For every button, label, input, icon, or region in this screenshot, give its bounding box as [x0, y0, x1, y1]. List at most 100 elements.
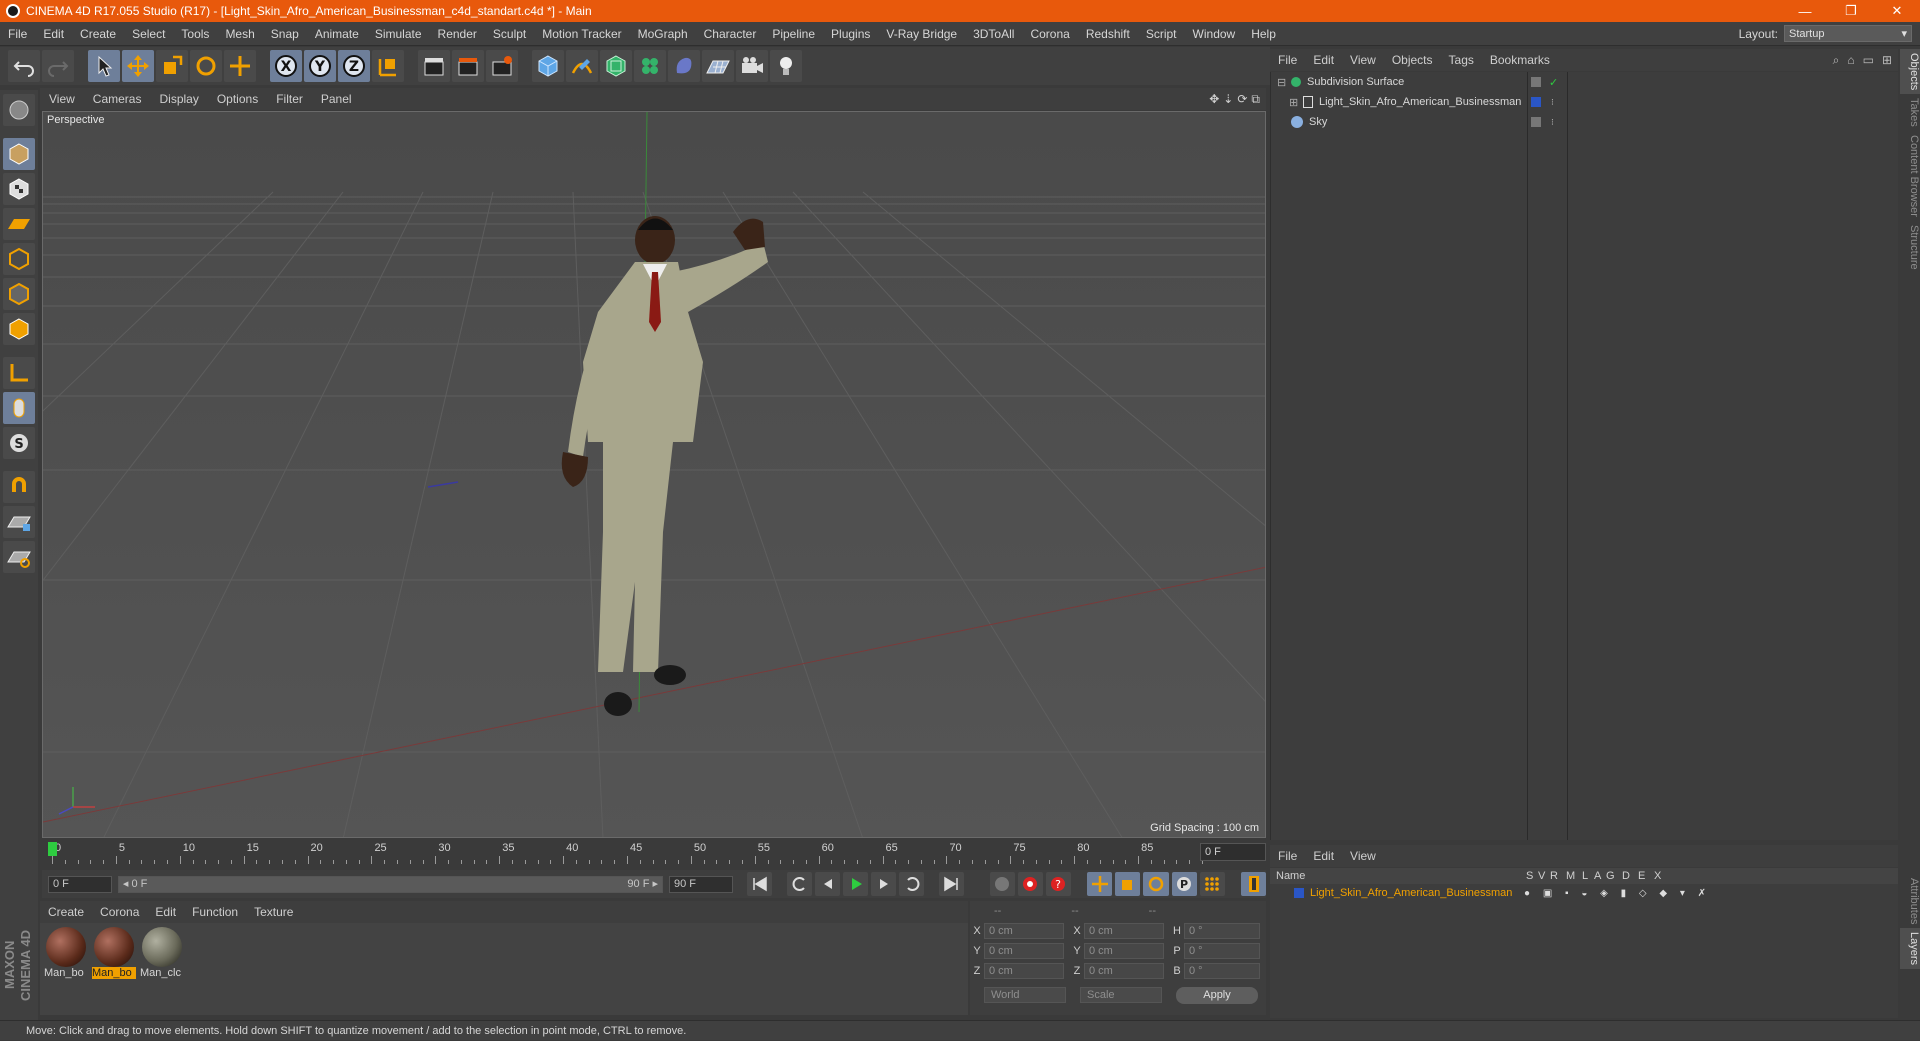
- rotation-b-field[interactable]: 0 °: [1184, 963, 1260, 979]
- menu-mograph[interactable]: MoGraph: [630, 27, 696, 41]
- dolly-icon[interactable]: ⇣: [1223, 92, 1233, 107]
- layout-dropdown[interactable]: Startup ▾: [1784, 25, 1912, 42]
- go-to-start-button[interactable]: [747, 872, 773, 896]
- model-mode-button[interactable]: [3, 138, 35, 170]
- tab-takes[interactable]: Takes: [1900, 94, 1920, 131]
- object-row[interactable]: Sky ⁝: [1271, 112, 1898, 132]
- axis-mode-button[interactable]: [3, 357, 35, 389]
- go-to-end-button[interactable]: [938, 872, 964, 896]
- viewport-menu-view[interactable]: View: [40, 92, 84, 106]
- next-frame-button[interactable]: [871, 872, 897, 896]
- checkmark-icon[interactable]: ✓: [1549, 76, 1558, 89]
- autokeying-button[interactable]: [1017, 872, 1043, 896]
- texture-mode-button[interactable]: [3, 173, 35, 205]
- coordinate-system-button[interactable]: [372, 50, 404, 82]
- record-active-objects-button[interactable]: [989, 872, 1015, 896]
- menu-motion-tracker[interactable]: Motion Tracker: [534, 27, 629, 41]
- menu-create[interactable]: Create: [72, 27, 124, 41]
- material-menu-edit[interactable]: Edit: [147, 905, 184, 919]
- tab-attributes[interactable]: Attributes: [1900, 874, 1920, 928]
- object-menu-view[interactable]: View: [1342, 53, 1384, 67]
- x-axis-lock-button[interactable]: X: [270, 50, 302, 82]
- menu-character[interactable]: Character: [696, 27, 765, 41]
- next-key-button[interactable]: [899, 872, 925, 896]
- layer-tag-icon[interactable]: [1531, 117, 1541, 127]
- tab-objects[interactable]: Objects: [1900, 49, 1920, 95]
- tab-layers[interactable]: Layers: [1900, 928, 1920, 970]
- viewport-menu-panel[interactable]: Panel: [312, 92, 361, 106]
- menu-window[interactable]: Window: [1185, 27, 1244, 41]
- material-swatch[interactable]: Man_clc: [140, 927, 184, 979]
- previous-frame-button[interactable]: [815, 872, 841, 896]
- preview-range-slider[interactable]: ◂ 0 F 90 F ▸: [117, 875, 664, 893]
- maximize-button[interactable]: ❐: [1828, 3, 1874, 19]
- cube-button[interactable]: [532, 50, 564, 82]
- menu-animate[interactable]: Animate: [307, 27, 367, 41]
- size-x-field[interactable]: 0 cm: [1084, 923, 1164, 939]
- coordinate-mode-dropdown[interactable]: World: [984, 987, 1066, 1003]
- expand-icon[interactable]: ⊞: [1289, 96, 1299, 109]
- material-menu-create[interactable]: Create: [40, 905, 92, 919]
- size-y-field[interactable]: 0 cm: [1084, 943, 1164, 959]
- render-view-button[interactable]: [418, 50, 450, 82]
- workplane-mode-button[interactable]: [3, 208, 35, 240]
- key-parameter-button[interactable]: P: [1171, 872, 1197, 896]
- z-axis-lock-button[interactable]: Z: [338, 50, 370, 82]
- layer-tag-icon[interactable]: [1531, 77, 1541, 87]
- layer-color-icon[interactable]: [1531, 97, 1541, 107]
- undo-button[interactable]: [8, 50, 40, 82]
- key-point-level-button[interactable]: [1199, 872, 1225, 896]
- material-menu-function[interactable]: Function: [184, 905, 246, 919]
- redo-button[interactable]: [42, 50, 74, 82]
- make-editable-button[interactable]: [3, 94, 35, 126]
- menu-sculpt[interactable]: Sculpt: [485, 27, 534, 41]
- menu-file[interactable]: File: [0, 27, 35, 41]
- object-row[interactable]: ⊞ Light_Skin_Afro_American_Businessman ⁝: [1271, 92, 1898, 112]
- menu-3dtoall[interactable]: 3DToAll: [965, 27, 1022, 41]
- menu-mesh[interactable]: Mesh: [217, 27, 262, 41]
- menu-script[interactable]: Script: [1138, 27, 1185, 41]
- timeline-ruler[interactable]: 051015202530354045505560657075808590: [42, 840, 1266, 866]
- render-settings-button[interactable]: [486, 50, 518, 82]
- solo-mode-button[interactable]: S: [3, 427, 35, 459]
- viewport-menu-filter[interactable]: Filter: [267, 92, 312, 106]
- menu-pipeline[interactable]: Pipeline: [764, 27, 823, 41]
- material-swatch[interactable]: Man_bo: [92, 927, 136, 979]
- menu-snap[interactable]: Snap: [263, 27, 307, 41]
- polygons-mode-button[interactable]: [3, 313, 35, 345]
- layer-toggle-icons[interactable]: ● ▣ ▪ ◒ ◈ ▮ ◇ ◆ ▾ ✗: [1524, 888, 1711, 899]
- size-mode-dropdown[interactable]: Scale: [1080, 987, 1162, 1003]
- edges-mode-button[interactable]: [3, 278, 35, 310]
- start-frame-field[interactable]: 0 F: [48, 875, 112, 893]
- keyframe-selection-button[interactable]: ?: [1045, 872, 1071, 896]
- menu-select[interactable]: Select: [124, 27, 173, 41]
- position-x-field[interactable]: 0 cm: [984, 923, 1064, 939]
- menu-plugins[interactable]: Plugins: [823, 27, 878, 41]
- deformer-button[interactable]: [668, 50, 700, 82]
- planar-workplane-button[interactable]: [3, 541, 35, 573]
- y-axis-lock-button[interactable]: Y: [304, 50, 336, 82]
- render-to-picture-viewer-button[interactable]: [452, 50, 484, 82]
- menu-corona[interactable]: Corona: [1022, 27, 1077, 41]
- object-menu-file[interactable]: File: [1270, 53, 1305, 67]
- playhead[interactable]: [48, 842, 57, 856]
- rotate-tool-button[interactable]: [190, 50, 222, 82]
- close-button[interactable]: ✕: [1874, 3, 1920, 19]
- current-frame-field[interactable]: 0 F: [1200, 843, 1266, 861]
- position-y-field[interactable]: 0 cm: [984, 943, 1064, 959]
- size-z-field[interactable]: 0 cm: [1084, 963, 1164, 979]
- previous-key-button[interactable]: [787, 872, 813, 896]
- collapse-icon[interactable]: ⊟: [1277, 76, 1287, 89]
- rotation-h-field[interactable]: 0 °: [1184, 923, 1260, 939]
- play-button[interactable]: [843, 872, 869, 896]
- snap-button[interactable]: [3, 471, 35, 503]
- menu-edit[interactable]: Edit: [35, 27, 72, 41]
- layer-menu-view[interactable]: View: [1342, 849, 1384, 863]
- viewport-perspective[interactable]: Perspective Grid Spacing : 100 cm: [42, 111, 1266, 838]
- key-scale-button[interactable]: [1115, 872, 1141, 896]
- object-row[interactable]: ⊟ Subdivision Surface ✓: [1271, 72, 1898, 92]
- object-menu-objects[interactable]: Objects: [1384, 53, 1441, 67]
- light-button[interactable]: [770, 50, 802, 82]
- workplane-lock-button[interactable]: [3, 506, 35, 538]
- move-tool-button[interactable]: [122, 50, 154, 82]
